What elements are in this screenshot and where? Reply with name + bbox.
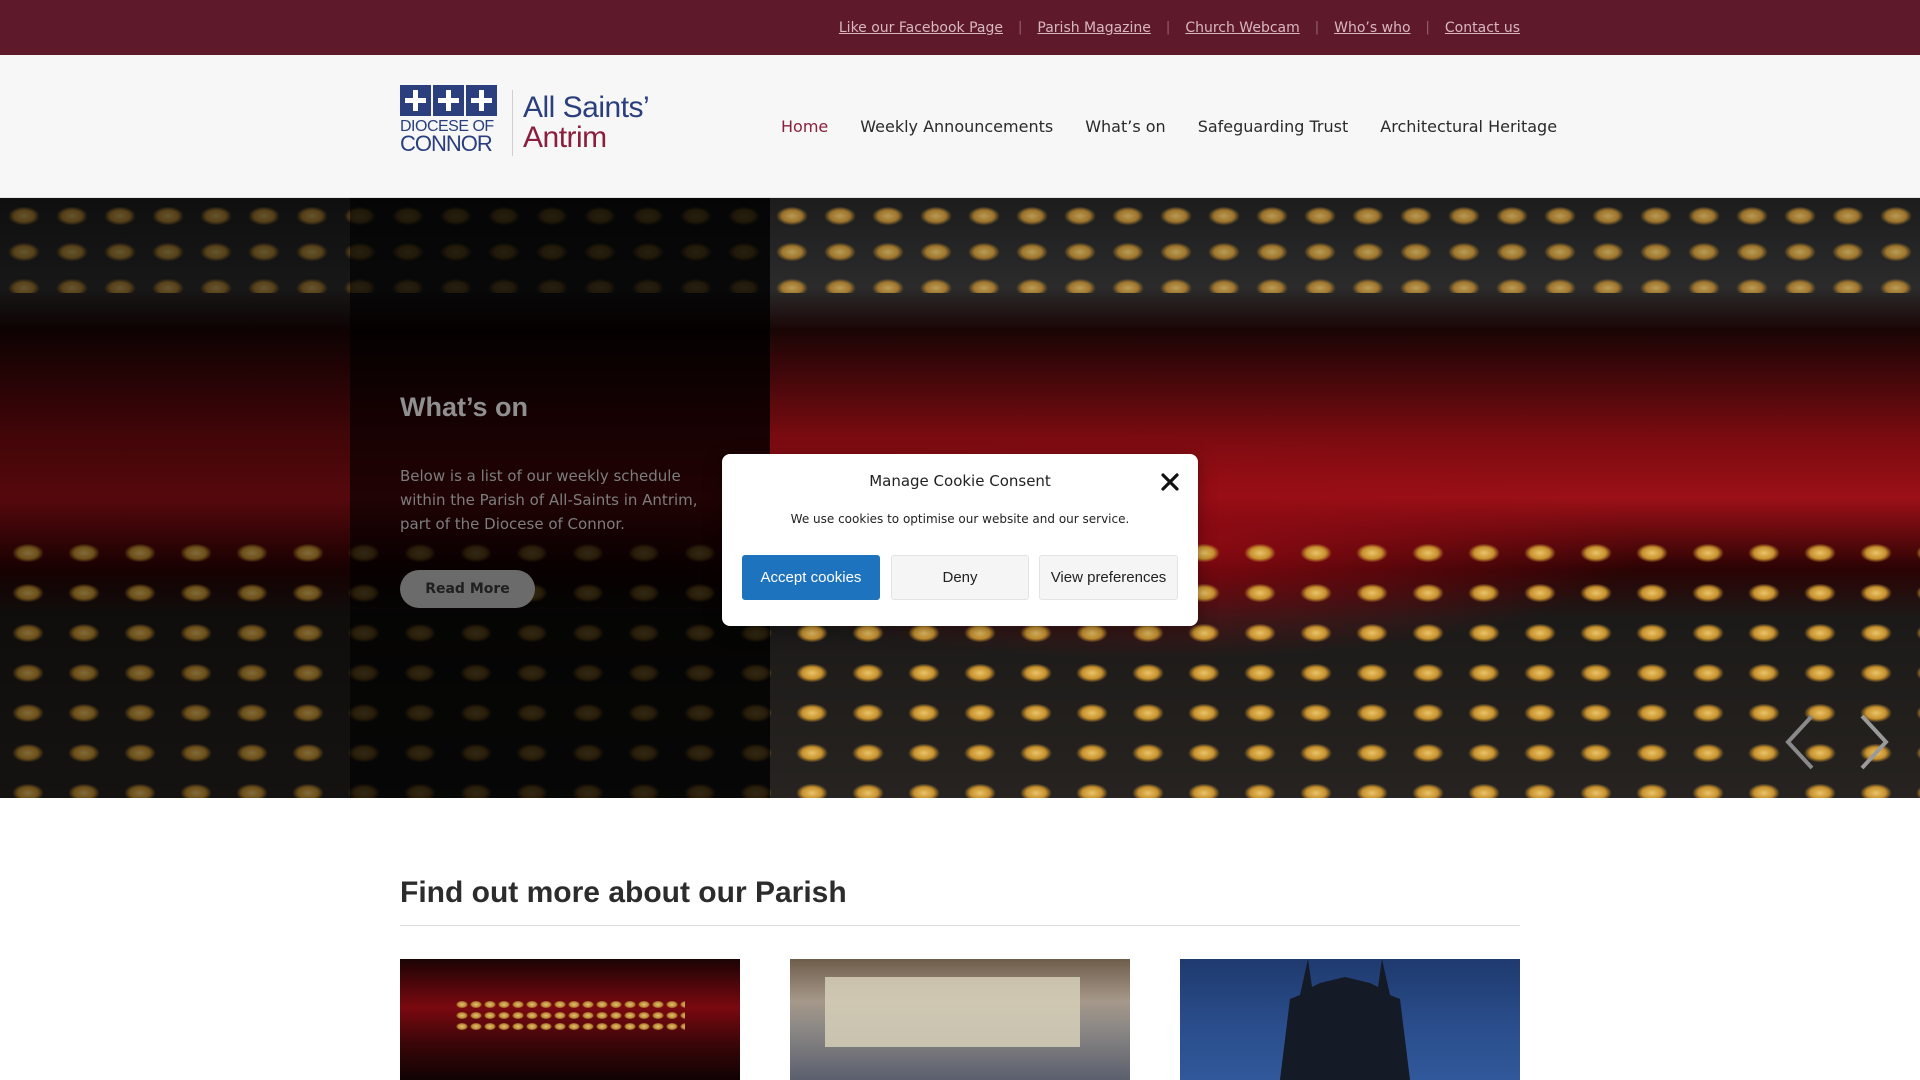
site-logo[interactable]: DIOCESE OF CONNOR All Saints’ Antrim	[400, 85, 670, 161]
nav-item-whats-on[interactable]: What’s on	[1085, 117, 1165, 136]
cookie-dialog-message: We use cookies to optimise our website a…	[790, 512, 1130, 526]
diocese-crosses-icon	[400, 85, 497, 116]
church-webcam-link[interactable]: Church Webcam	[1185, 20, 1299, 36]
card-image-parish-group[interactable]	[790, 959, 1130, 1080]
nav-item-weekly-announcements[interactable]: Weekly Announcements	[860, 117, 1053, 136]
church-tower-graphic	[1280, 959, 1410, 1080]
whos-who-link[interactable]: Who’s who	[1334, 20, 1410, 36]
separator: |	[1165, 20, 1171, 35]
separator: |	[1018, 20, 1023, 35]
chevron-left-icon[interactable]	[1778, 710, 1826, 774]
accept-cookies-button[interactable]: Accept cookies	[742, 555, 880, 600]
facebook-page-link[interactable]: Like our Facebook Page	[839, 20, 1003, 36]
nav-item-home[interactable]: Home	[781, 117, 828, 136]
view-preferences-button[interactable]: View preferences	[1039, 555, 1178, 600]
hero-title: What’s on	[400, 392, 528, 422]
parish-name: All Saints’ Antrim	[523, 91, 650, 154]
cookie-dialog-title: Manage Cookie Consent	[869, 472, 1051, 490]
site-header: DIOCESE OF CONNOR All Saints’ Antrim Hom…	[0, 55, 1920, 198]
parish-name-line2: Antrim	[523, 121, 607, 154]
separator: |	[1314, 20, 1320, 35]
utility-links: Like our Facebook Page | Parish Magazine…	[839, 0, 1520, 55]
logo-divider	[512, 90, 513, 156]
card-image-candles[interactable]	[400, 959, 740, 1080]
top-utility-bar: Like our Facebook Page | Parish Magazine…	[0, 0, 1920, 55]
nav-item-architectural-heritage[interactable]: Architectural Heritage	[1380, 117, 1557, 136]
nav-item-safeguarding-trust[interactable]: Safeguarding Trust	[1198, 117, 1349, 136]
chevron-right-icon[interactable]	[1848, 710, 1896, 774]
diocese-line2: CONNOR	[400, 131, 493, 157]
parish-name-line1: All Saints’	[523, 91, 650, 124]
close-icon[interactable]	[1158, 470, 1182, 494]
section-title: Find out more about our Parish	[400, 876, 847, 909]
main-navigation: Home Weekly Announcements What’s on Safe…	[781, 110, 1557, 142]
parish-magazine-link[interactable]: Parish Magazine	[1037, 20, 1151, 36]
cookie-consent-dialog: Manage Cookie Consent We use cookies to …	[722, 454, 1198, 626]
diocese-of-connor-logo: DIOCESE OF CONNOR	[400, 85, 500, 161]
read-more-button[interactable]: Read More	[400, 570, 535, 608]
separator: |	[1425, 20, 1430, 35]
hero-description: Below is a list of our weekly schedule w…	[400, 467, 698, 533]
deny-cookies-button[interactable]: Deny	[891, 555, 1029, 600]
section-divider	[400, 925, 1520, 926]
contact-us-link[interactable]: Contact us	[1445, 20, 1520, 36]
card-image-church-tower[interactable]	[1180, 959, 1520, 1080]
